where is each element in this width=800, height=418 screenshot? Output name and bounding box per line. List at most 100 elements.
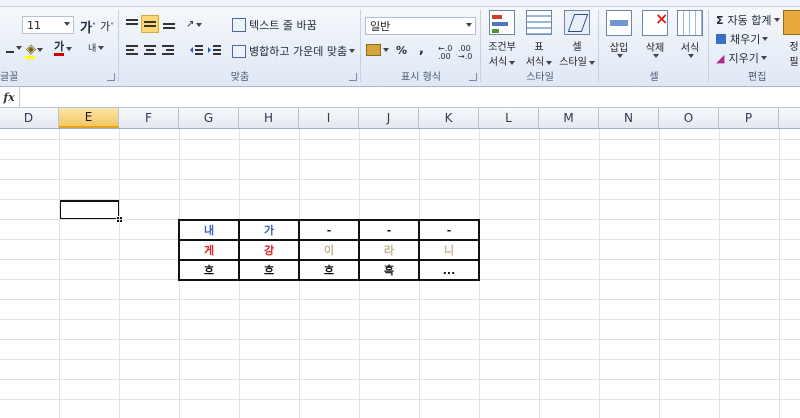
selected-cell[interactable] (59, 200, 120, 220)
number-format-combo[interactable]: 일반 (365, 17, 476, 35)
gridline-horizontal (0, 299, 800, 300)
column-header-d[interactable]: D (0, 108, 59, 128)
align-left-icon[interactable] (124, 43, 140, 57)
table-cell[interactable]: ... (418, 259, 480, 281)
column-header-h[interactable]: H (239, 108, 299, 128)
alignment-dialog-launcher[interactable] (349, 73, 357, 81)
border-button[interactable] (6, 43, 22, 53)
gridline-vertical (59, 129, 60, 418)
align-center-icon[interactable] (142, 43, 158, 57)
font-size-combo[interactable]: 11 (22, 16, 74, 34)
align-middle-icon[interactable] (141, 15, 159, 33)
table-cell[interactable]: - (358, 219, 420, 241)
merge-center-button[interactable]: 병합하고 가운데 맞춤 (232, 43, 356, 59)
table-cell[interactable]: 가 (238, 219, 300, 241)
autosum-button[interactable]: Σ 자동 합계 (716, 12, 780, 28)
orientation-button[interactable]: ↗ (186, 19, 203, 30)
insert-function-button[interactable]: fx (0, 87, 18, 107)
cells-group-label: 셀 (649, 72, 659, 83)
align-bottom-icon[interactable] (161, 16, 177, 32)
chevron-down-icon (688, 54, 694, 58)
format-as-table-button[interactable]: 표 서식 (522, 10, 556, 68)
chevron-down-icon (588, 61, 595, 65)
insert-cells-button[interactable]: 삽입 (602, 10, 636, 68)
column-header-k[interactable]: K (419, 108, 479, 128)
format-cells-button[interactable]: 서식 (674, 10, 706, 68)
table-cell[interactable]: - (298, 219, 360, 241)
phonetic-button[interactable]: 내 (88, 41, 105, 54)
column-header-g[interactable]: G (179, 108, 239, 128)
formula-bar: fx (0, 87, 800, 108)
gridline-horizontal (0, 379, 800, 380)
number-dialog-launcher[interactable] (469, 73, 477, 81)
table-cell[interactable]: 강 (238, 239, 300, 261)
formula-input[interactable] (19, 87, 800, 107)
chevron-down-icon (762, 37, 769, 41)
format-cells-label: 서식 (680, 43, 700, 54)
chevron-down-icon (760, 56, 767, 60)
font-dialog-launcher[interactable] (107, 73, 115, 81)
gridline-vertical (779, 129, 780, 418)
comma-button[interactable]: , (419, 42, 424, 57)
delete-cells-button[interactable]: × 삭제 (638, 9, 672, 68)
align-right-icon[interactable] (160, 43, 176, 57)
table-format-label-line2-wrap: 서식 (526, 53, 553, 68)
table-cell[interactable]: 내 (178, 219, 240, 241)
gridline-vertical (719, 129, 720, 418)
column-header-n[interactable]: N (599, 108, 659, 128)
cell-styles-button[interactable]: 셀 스타일 (558, 10, 596, 68)
column-header-e[interactable]: E (59, 108, 119, 128)
grow-font-label: 가 (80, 21, 92, 36)
align-bottom-svg (163, 23, 175, 29)
chevron-down-icon (16, 46, 22, 50)
delete-cells-label: 삭제 (645, 43, 665, 54)
align-top-icon[interactable] (124, 16, 140, 32)
sort-filter-label-line2: 필 (789, 57, 799, 68)
percent-button[interactable]: % (396, 44, 407, 57)
table-cell[interactable]: 흐 (238, 259, 300, 281)
column-header-o[interactable]: O (659, 108, 719, 128)
shrink-font-button[interactable]: 가 ˅ (100, 18, 114, 34)
table-cell[interactable]: 이 (298, 239, 360, 261)
styles-group: 조건부 서식 표 서식 셀 스타일 스타일 (482, 7, 598, 85)
sort-filter-label-line1: 정 (789, 42, 799, 53)
gridline-horizontal (0, 359, 800, 360)
conditional-format-button[interactable]: 조건부 서식 (484, 10, 520, 68)
table-cell[interactable]: 라 (358, 239, 420, 261)
increase-indent-svg (207, 45, 221, 55)
clear-button[interactable]: ◢ 지우기 (716, 50, 767, 66)
ribbon-tab-strip (0, 0, 800, 7)
decrease-decimal-button[interactable]: .00 →.0 (458, 45, 476, 61)
column-header-j[interactable]: J (359, 108, 419, 128)
sort-filter-icon (783, 10, 800, 35)
editing-group-label: 편집 (748, 72, 767, 83)
shrink-font-icon: ˅ (110, 21, 115, 31)
sort-filter-button[interactable]: 정 필 (783, 10, 800, 68)
column-header-p[interactable]: P (719, 108, 779, 128)
increase-decimal-button[interactable]: ←.0 .00 (438, 45, 456, 61)
autosum-label: 자동 합계 (727, 14, 772, 27)
table-cell[interactable]: - (418, 219, 480, 241)
column-header-f[interactable]: F (119, 108, 179, 128)
table-cell[interactable]: 니 (418, 239, 480, 261)
align-right-svg (162, 45, 174, 55)
cells-group: 삽입 × 삭제 서식 셀 (600, 7, 708, 85)
column-header-l[interactable]: L (479, 108, 539, 128)
increase-indent-icon[interactable] (206, 43, 222, 57)
table-row: 내가--- (178, 219, 480, 241)
grow-font-button[interactable]: 가 ˄ (80, 17, 96, 36)
wrap-text-icon (232, 18, 246, 32)
column-header-m[interactable]: M (539, 108, 599, 128)
font-color-button[interactable]: 가 (54, 41, 73, 56)
wrap-text-button[interactable]: 텍스트 줄 바꿈 (232, 17, 317, 33)
accounting-format-button[interactable] (366, 44, 389, 56)
fill-color-button[interactable]: ◈ (25, 40, 43, 59)
table-cell[interactable]: 흐 (178, 259, 240, 281)
percent-label: % (396, 44, 408, 57)
decrease-indent-icon[interactable] (188, 43, 204, 57)
table-cell[interactable]: 흐 (298, 259, 360, 281)
fill-button[interactable]: 채우기 (716, 31, 769, 47)
table-cell[interactable]: 흑 (358, 259, 420, 281)
column-header-i[interactable]: I (299, 108, 359, 128)
table-cell[interactable]: 게 (178, 239, 240, 261)
